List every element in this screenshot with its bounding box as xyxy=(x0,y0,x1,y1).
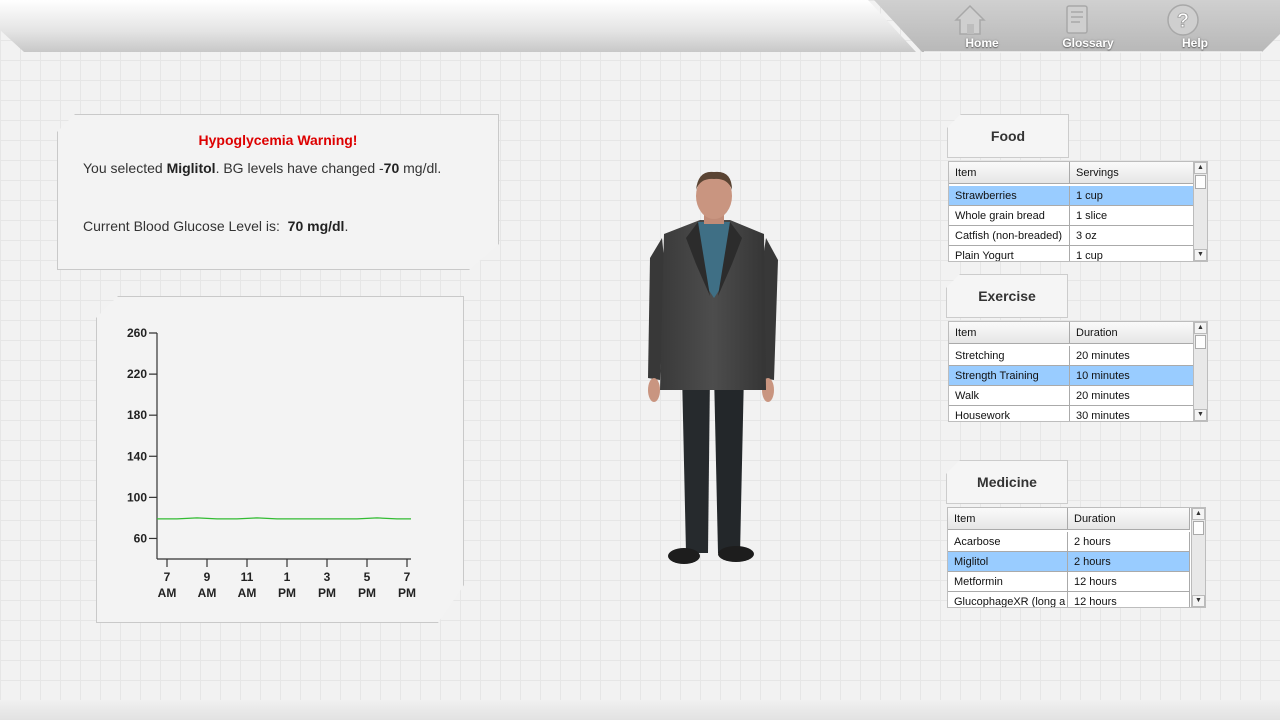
food-item-name: Whole grain bread xyxy=(949,206,1070,226)
food-item-servings: 1 cup xyxy=(1070,186,1194,206)
food-col-servings[interactable]: Servings xyxy=(1070,162,1194,184)
selection-suffix: mg/dl. xyxy=(399,160,442,176)
medicine-item-duration: 12 hours xyxy=(1068,592,1190,607)
exercise-scrollbar[interactable]: ▲ ▼ xyxy=(1193,322,1207,421)
help-icon: ? xyxy=(1167,4,1199,36)
medicine-scrollbar[interactable]: ▲ ▼ xyxy=(1191,508,1205,607)
x-tick-label: 7 xyxy=(164,570,171,584)
blood-glucose-series-line xyxy=(157,518,411,519)
x-tick-label: 3 xyxy=(324,570,331,584)
scroll-down-icon[interactable]: ▼ xyxy=(1192,595,1205,607)
help-button[interactable]: ? Help xyxy=(1165,2,1225,52)
y-tick-label: 260 xyxy=(127,326,147,340)
tab-exercise[interactable]: Exercise xyxy=(946,274,1068,318)
exercise-item-name: Housework xyxy=(949,406,1070,421)
medicine-item-name: Miglitol xyxy=(948,552,1068,572)
home-icon xyxy=(954,4,986,35)
selection-message: You selected Miglitol. BG levels have ch… xyxy=(83,160,441,176)
medicine-item-duration: 2 hours xyxy=(1068,532,1190,552)
exercise-item-duration: 20 minutes xyxy=(1070,386,1194,406)
tab-food[interactable]: Food xyxy=(947,114,1069,158)
warning-panel: Hypoglycemia Warning! You selected Migli… xyxy=(57,114,499,270)
current-bg-message: Current Blood Glucose Level is: 70 mg/dl… xyxy=(83,218,348,234)
medicine-item-duration: 2 hours xyxy=(1068,552,1190,572)
exercise-item-duration: 10 minutes xyxy=(1070,366,1194,386)
selection-mid: . BG levels have changed - xyxy=(215,160,384,176)
glossary-button[interactable]: Glossary xyxy=(1058,2,1118,52)
x-tick-period-label: PM xyxy=(318,586,336,600)
x-tick-period-label: AM xyxy=(158,586,177,600)
y-tick-label: 100 xyxy=(127,490,147,504)
bg-change-value: 70 xyxy=(383,160,400,176)
scroll-down-icon[interactable]: ▼ xyxy=(1194,409,1207,421)
food-tab-label: Food xyxy=(990,128,1026,144)
scroll-up-icon[interactable]: ▲ xyxy=(1194,162,1207,174)
food-col-item[interactable]: Item xyxy=(949,162,1070,184)
food-item-name: Catfish (non-breaded) xyxy=(949,226,1070,246)
blood-glucose-chart-panel: 60 100 140 180 220 260 7 AM 9 AM 11 AM 1 PM 3 PM 5 PM 7 PM xyxy=(96,296,464,623)
scroll-up-icon[interactable]: ▲ xyxy=(1194,322,1207,334)
warning-title: Hypoglycemia Warning! xyxy=(198,132,358,148)
bottom-strip xyxy=(0,700,1280,720)
tab-medicine[interactable]: Medicine xyxy=(946,460,1068,504)
exercise-item-name: Walk xyxy=(949,386,1070,406)
x-tick-period-label: AM xyxy=(198,586,217,600)
book-icon xyxy=(1066,5,1088,34)
exercise-col-duration[interactable]: Duration xyxy=(1070,322,1194,344)
current-bg-value: 70 mg/dl xyxy=(287,218,345,234)
medicine-col-duration[interactable]: Duration xyxy=(1068,508,1190,530)
exercise-col-item[interactable]: Item xyxy=(949,322,1070,344)
y-tick-label: 140 xyxy=(127,449,147,463)
exercise-item-name: Stretching xyxy=(949,346,1070,366)
medicine-table: Item Duration Acarbose 2 hours Miglitol … xyxy=(947,507,1206,608)
medicine-tab-label: Medicine xyxy=(977,474,1037,490)
x-tick-label: 1 xyxy=(284,570,291,584)
medicine-item-name: Metformin xyxy=(948,572,1068,592)
selected-drug: Miglitol xyxy=(166,160,216,176)
x-tick-label: 9 xyxy=(204,570,211,584)
x-tick-label: 5 xyxy=(364,570,371,584)
selection-prefix: You selected xyxy=(83,160,167,176)
exercise-tab-label: Exercise xyxy=(978,288,1036,304)
x-tick-period-label: PM xyxy=(278,586,296,600)
patient-avatar xyxy=(648,171,778,564)
food-item-servings: 1 slice xyxy=(1070,206,1194,226)
top-bar: Home Glossary ? Help xyxy=(0,0,1280,56)
current-bg-suffix: . xyxy=(344,218,349,234)
food-scrollbar[interactable]: ▲ ▼ xyxy=(1193,162,1207,261)
food-item-servings: 3 oz xyxy=(1070,226,1194,246)
food-item-name: Plain Yogurt xyxy=(949,246,1070,261)
y-tick-label: 220 xyxy=(127,367,147,381)
x-tick-label: 11 xyxy=(241,570,254,584)
y-tick-label: 60 xyxy=(134,531,148,545)
medicine-col-item[interactable]: Item xyxy=(948,508,1068,530)
home-label: Home xyxy=(965,36,999,50)
exercise-item-duration: 30 minutes xyxy=(1070,406,1194,421)
blood-glucose-chart: 60 100 140 180 220 260 7 AM 9 AM 11 AM 1 PM 3 PM 5 PM 7 PM xyxy=(97,297,465,624)
x-tick-period-label: PM xyxy=(398,586,416,600)
food-item-servings: 1 cup xyxy=(1070,246,1194,261)
food-table: Item Servings Strawberries 1 cup Whole g… xyxy=(948,161,1208,262)
medicine-item-name: GlucophageXR (long a xyxy=(948,592,1068,607)
x-tick-label: 7 xyxy=(404,570,411,584)
exercise-item-name: Strength Training xyxy=(949,366,1070,386)
scroll-thumb[interactable] xyxy=(1193,521,1204,535)
scroll-down-icon[interactable]: ▼ xyxy=(1194,249,1207,261)
scroll-thumb[interactable] xyxy=(1195,175,1206,189)
food-item-name: Strawberries xyxy=(949,186,1070,206)
scroll-up-icon[interactable]: ▲ xyxy=(1192,508,1205,520)
svg-text:?: ? xyxy=(1177,10,1189,32)
x-tick-period-label: AM xyxy=(238,586,257,600)
home-button[interactable]: Home xyxy=(952,2,1012,52)
x-tick-period-label: PM xyxy=(358,586,376,600)
medicine-item-duration: 12 hours xyxy=(1068,572,1190,592)
exercise-table: Item Duration Stretching 20 minutes Stre… xyxy=(948,321,1208,422)
current-bg-prefix: Current Blood Glucose Level is: xyxy=(83,218,288,234)
medicine-item-name: Acarbose xyxy=(948,532,1068,552)
scroll-thumb[interactable] xyxy=(1195,335,1206,349)
y-tick-label: 180 xyxy=(127,408,147,422)
exercise-item-duration: 20 minutes xyxy=(1070,346,1194,366)
help-label: Help xyxy=(1181,36,1208,50)
glossary-label: Glossary xyxy=(1062,36,1114,50)
